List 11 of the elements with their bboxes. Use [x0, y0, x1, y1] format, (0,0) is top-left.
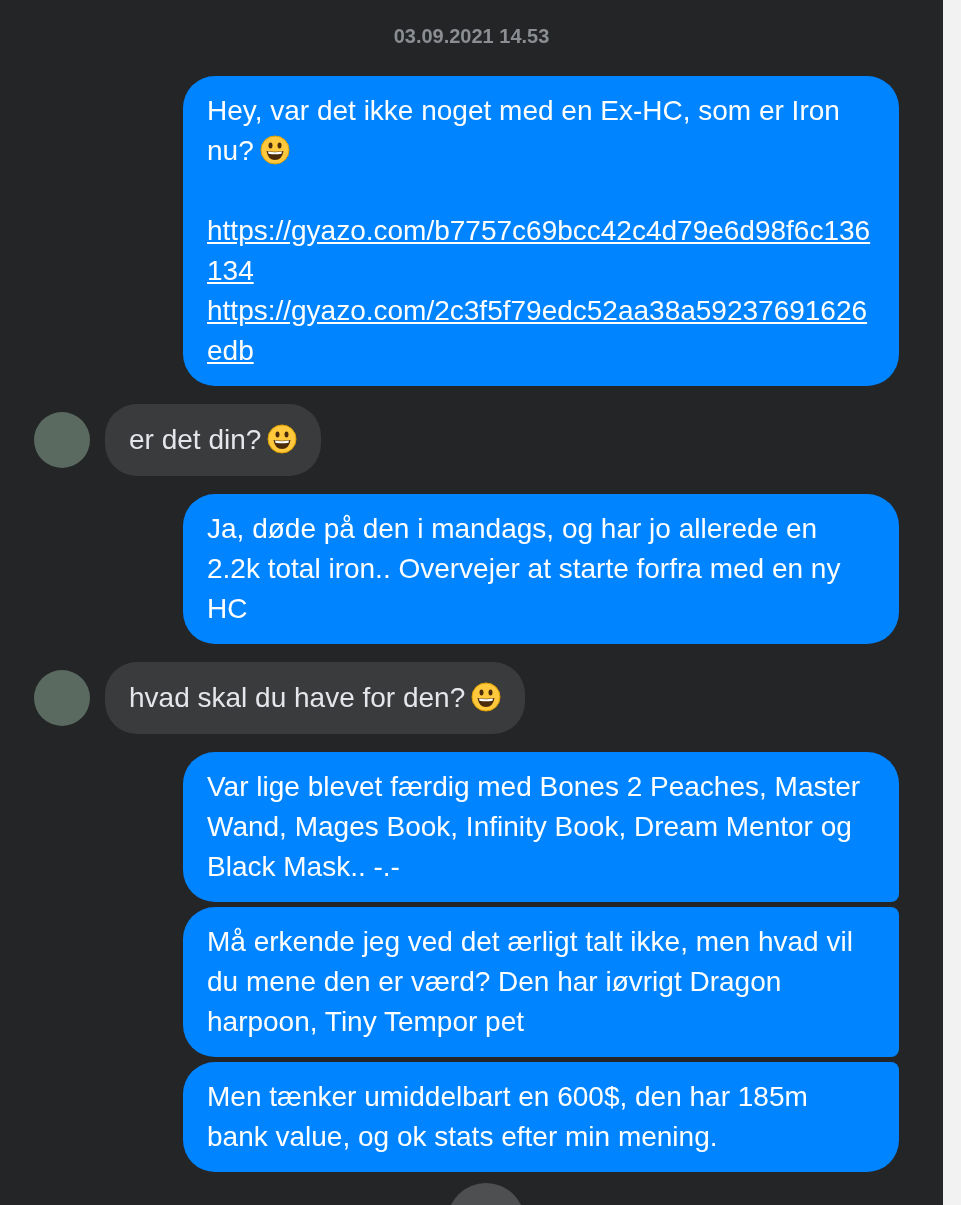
message-text: Var lige blevet færdig med Bones 2 Peaches, Master Wand, Mages Book, Infinity Book, Dream Mentor og Black Mask.. -.-	[207, 771, 861, 882]
avatar-photo-placeholder	[34, 412, 90, 468]
message-text: er det din?	[129, 424, 262, 455]
timestamp: 03.09.2021 14.53	[393, 24, 550, 49]
message-link[interactable]: https://gyazo.com/2c3f5f79edc52aa38a59237691626edb	[207, 291, 875, 371]
message-text: Men tænker umiddelbart en 600$, den har 185m bank value, og ok stats efter min mening.	[207, 1081, 808, 1152]
avatar-photo-placeholder	[34, 670, 90, 726]
message-text: Ja, døde på den i mandags, og har jo allerede en 2.2k total iron.. Overvejer at starte forfra med en ny HC	[207, 513, 841, 624]
message-text: Må erkende jeg ved det ærligt talt ikke, men hvad vil du mene den er værd? Den har iøvrigt Dragon harpoon, Tiny Tempor pet	[207, 926, 853, 1037]
message-text: hvad skal du have for den?	[129, 682, 466, 713]
message-text: Hey, var det ikke noget med en Ex-HC, som er Iron nu?	[207, 95, 840, 166]
